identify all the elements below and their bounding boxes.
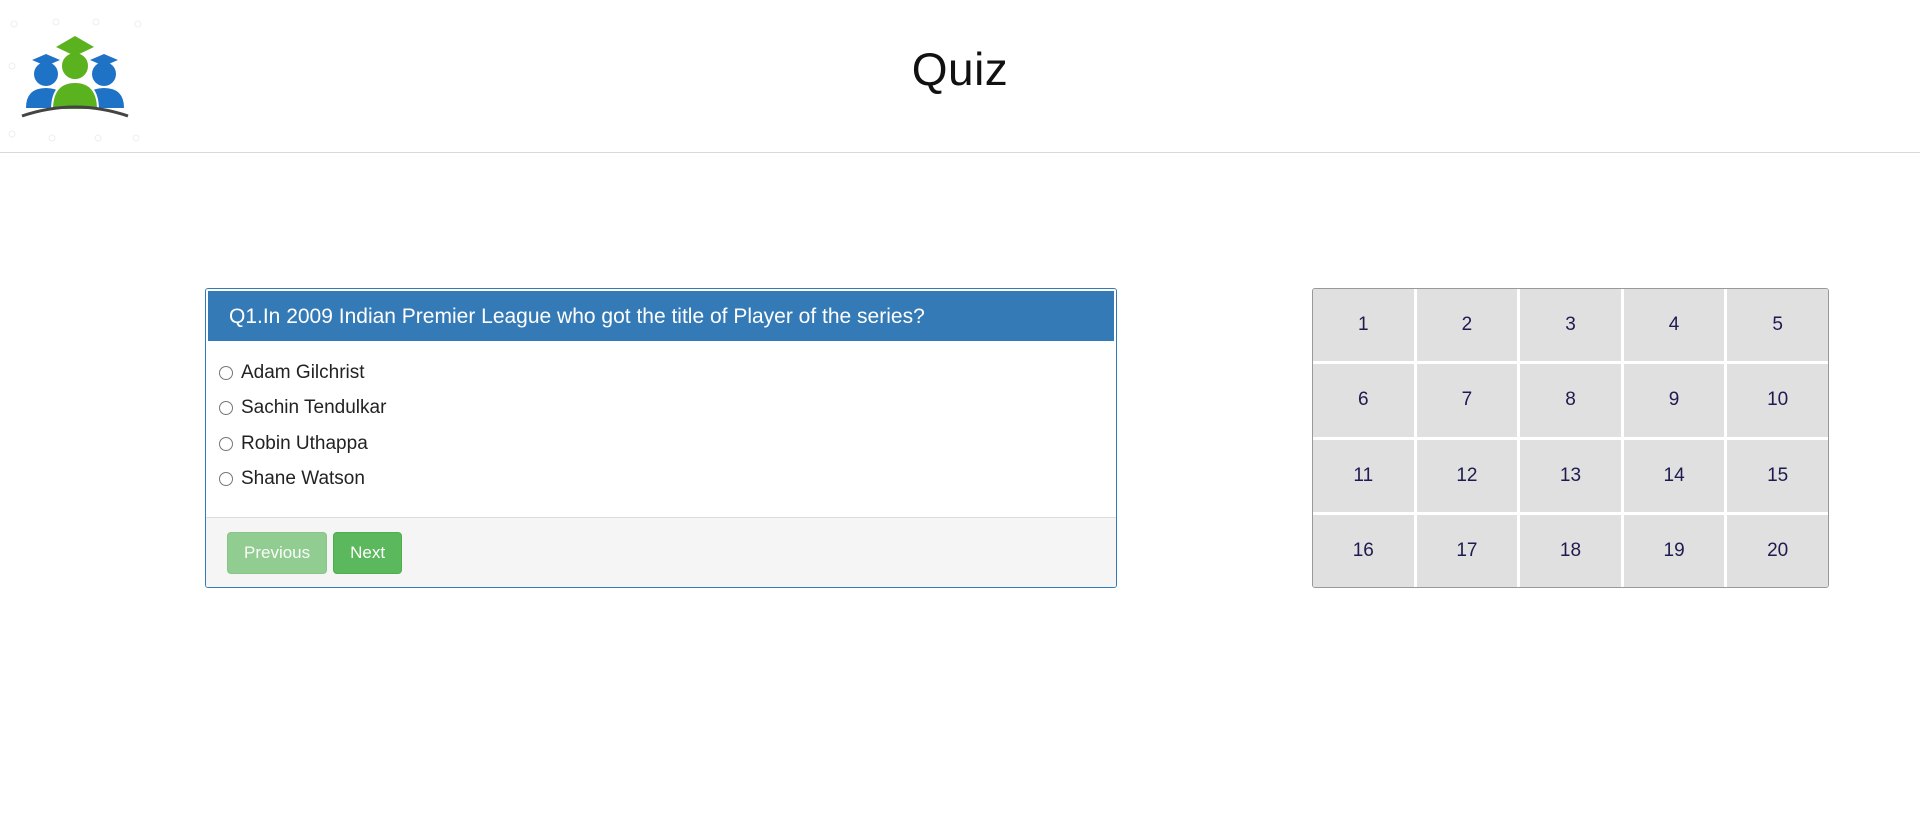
page-header: Quiz [0, 0, 1920, 153]
radio-button[interactable] [219, 472, 233, 487]
page-title: Quiz [911, 43, 1009, 95]
option-label: Sachin Tendulkar [241, 397, 387, 419]
question-nav-button[interactable]: 14 [1623, 439, 1725, 512]
option-robin-uthappa[interactable]: Robin Uthappa [219, 426, 1116, 462]
question-text: Q1.In 2009 Indian Premier League who got… [206, 289, 1116, 343]
option-shane-watson[interactable]: Shane Watson [219, 462, 1116, 498]
question-nav-button[interactable]: 10 [1727, 364, 1828, 437]
question-nav-button[interactable]: 9 [1623, 364, 1725, 437]
question-nav-button[interactable]: 4 [1623, 289, 1725, 362]
next-button[interactable]: Next [333, 531, 403, 574]
question-nav-button[interactable]: 8 [1520, 364, 1621, 437]
question-nav-button[interactable]: 2 [1416, 289, 1518, 362]
question-nav-button[interactable]: 12 [1416, 439, 1518, 512]
radio-button[interactable] [219, 401, 233, 416]
question-nav-button[interactable]: 3 [1520, 289, 1621, 362]
question-nav-button[interactable]: 6 [1313, 364, 1414, 437]
answer-options: Adam Gilchrist Sachin Tendulkar Robin Ut… [206, 343, 1116, 497]
radio-button[interactable] [219, 436, 233, 451]
question-nav-button[interactable]: 19 [1623, 514, 1725, 587]
question-navigation-grid: 1 2 3 4 5 6 7 8 9 10 11 12 13 14 15 16 1… [1312, 288, 1829, 588]
question-nav-button[interactable]: 20 [1727, 514, 1828, 587]
question-panel: Q1.In 2009 Indian Premier League who got… [205, 288, 1117, 588]
option-label: Robin Uthappa [241, 432, 368, 454]
option-adam-gilchrist[interactable]: Adam Gilchrist [219, 355, 1116, 391]
question-nav-button[interactable]: 18 [1520, 514, 1621, 587]
option-label: Shane Watson [241, 468, 365, 490]
radio-button[interactable] [219, 365, 233, 380]
question-footer: Previous Next [206, 517, 1116, 587]
question-nav-button[interactable]: 16 [1313, 514, 1414, 587]
question-nav-button[interactable]: 13 [1520, 439, 1621, 512]
question-nav-button[interactable]: 11 [1313, 439, 1414, 512]
question-nav-button[interactable]: 5 [1727, 289, 1828, 362]
previous-button[interactable]: Previous [227, 531, 328, 574]
question-nav-button[interactable]: 17 [1416, 514, 1518, 587]
question-nav-button[interactable]: 1 [1313, 289, 1414, 362]
question-nav-button[interactable]: 7 [1416, 364, 1518, 437]
option-sachin-tendulkar[interactable]: Sachin Tendulkar [219, 391, 1116, 427]
question-nav-button[interactable]: 15 [1727, 439, 1828, 512]
option-label: Adam Gilchrist [241, 361, 365, 383]
